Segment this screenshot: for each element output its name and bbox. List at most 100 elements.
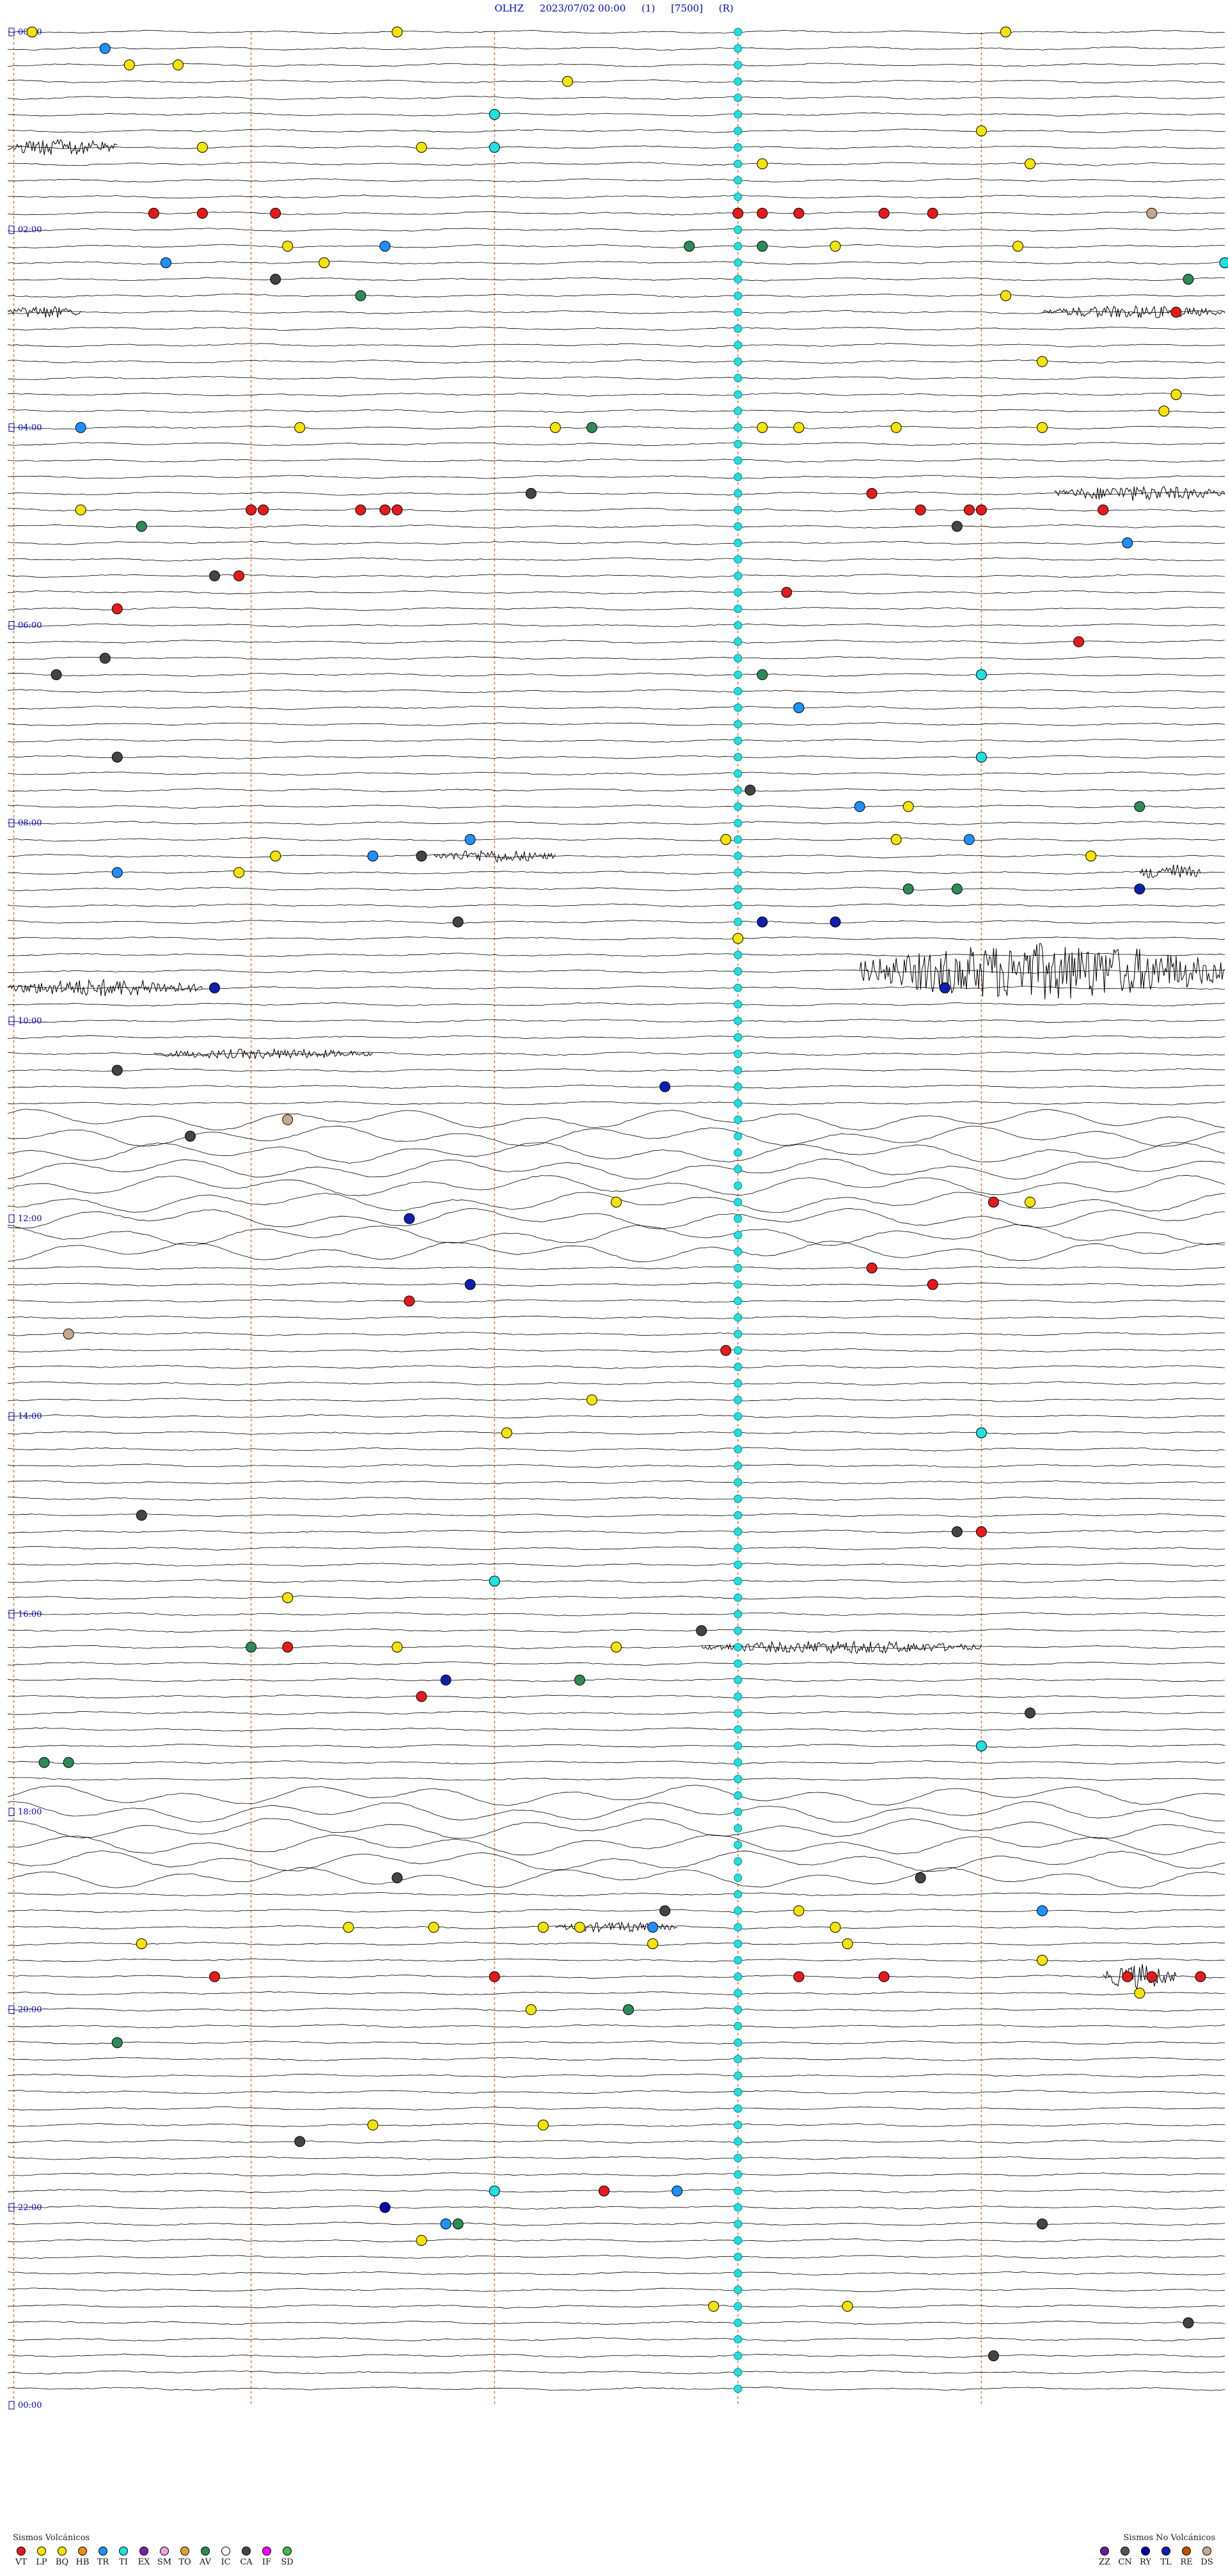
seismic-trace [7,706,1225,710]
event-marker-tr [379,241,391,252]
ti-marker [734,324,743,333]
event-marker-tr [793,702,805,713]
seismic-trace [7,738,1225,743]
event-marker-ds [63,1328,74,1339]
seismic-trace [7,969,1225,974]
legend-dot-to [180,2547,189,2556]
ti-marker [734,225,743,234]
ti-marker [734,2203,743,2212]
legend-label-ca: CA [240,2557,253,2567]
ti-marker [734,1494,743,1503]
legend-label-zz: ZZ [1098,2557,1111,2567]
event-marker-lp [416,2234,427,2246]
ti-marker [734,2021,743,2030]
event-marker-lp [611,1196,622,1208]
seismic-trace [7,1941,1225,1946]
ti-marker [734,1741,743,1750]
event-marker-vt [927,207,938,219]
event-marker-lp [611,1641,622,1653]
seismic-trace [7,1744,1225,1748]
legend-label-cn: CN [1118,2557,1132,2567]
event-marker-ca [744,784,756,796]
event-marker-av [452,2218,464,2230]
ti-marker [734,1544,743,1553]
ti-marker [734,1857,743,1866]
seismic-trace [8,1727,1225,1732]
event-marker-ca [294,2136,306,2147]
ti-marker [734,1758,743,1767]
ti-marker [734,1329,743,1338]
event-marker-lp [1000,290,1011,301]
legend-label-vt: VT [15,2557,28,2567]
ti-marker [734,1659,743,1668]
event-marker-lp [1000,26,1011,38]
event-marker-tr [647,1922,659,1933]
seismic-trace [7,1678,1225,1682]
seismic-trace [7,112,1225,116]
event-marker-tr [440,2218,452,2230]
ti-marker [734,604,743,613]
volcanic-legend-title: Sismos Volcánicos [13,2533,90,2543]
ti-marker [734,1791,743,1800]
event-marker-lp [233,867,245,878]
event-marker-vt [866,1262,878,1274]
legend-label-ti: TI [119,2557,128,2567]
ti-marker [734,2038,743,2047]
event-marker-vt [1146,1971,1158,1982]
seismic-trace [7,1109,1225,1131]
seismic-trace [7,1661,1225,1666]
event-marker-ca [951,1526,963,1538]
seismic-trace [7,1315,1225,1320]
ti-marker [734,1940,743,1948]
legend-label-ry: RY [1140,2557,1151,2567]
seismic-trace [7,475,1225,479]
seismic-trace [7,672,1225,677]
event-marker-lp [136,1938,147,1950]
seismic-trace [7,1002,1225,1007]
seismic-trace [7,2172,1225,2177]
event-marker-vt [793,1971,805,1982]
ti-marker [734,1593,743,1602]
event-marker-lp [549,422,561,433]
event-marker-lp [537,2119,549,2131]
seismic-trace [7,1546,1225,1551]
legend-item-ex: EX [136,2547,152,2567]
seismic-trace [7,1348,1225,1353]
event-marker-ca [136,1510,147,1521]
event-marker-ca [1025,1707,1036,1719]
event-marker-lp [319,257,330,269]
legend-label-sd: SD [281,2557,294,2567]
event-marker-lp [367,2119,379,2131]
event-marker-tl [659,1081,671,1093]
ti-marker [734,687,743,696]
seismic-burst [859,943,1225,1000]
event-marker-vt [270,207,281,219]
event-marker-av [246,1641,257,1653]
ti-marker [734,2071,743,2080]
legend-label-if: IF [262,2557,272,2567]
ti-marker [734,802,743,811]
ti-marker [734,1049,743,1058]
seismic-trace [7,1776,1225,1781]
ti-marker [734,901,743,910]
event-marker-lp [1025,158,1036,170]
seismic-trace [7,1612,1225,1616]
ti-marker [734,1033,743,1042]
event-marker-lp [428,1922,439,1933]
seismic-trace [7,491,1225,496]
legend-dot-av [201,2547,210,2556]
ti-marker [734,2104,743,2113]
legend-item-sm: SM [156,2547,173,2567]
ti-marker [734,2335,743,2344]
event-marker-ca [1183,2317,1194,2328]
seismic-trace [7,441,1225,446]
event-marker-lp [842,2300,853,2312]
seismic-burst [555,1921,677,1933]
event-marker-lp [793,1905,805,1916]
ti-marker [734,1247,743,1256]
hour-label-3: 06:00 [18,621,42,631]
seismic-trace [7,392,1225,397]
seismic-trace [7,2254,1225,2259]
seismic-trace [7,1035,1225,1039]
ti-marker [734,193,743,201]
